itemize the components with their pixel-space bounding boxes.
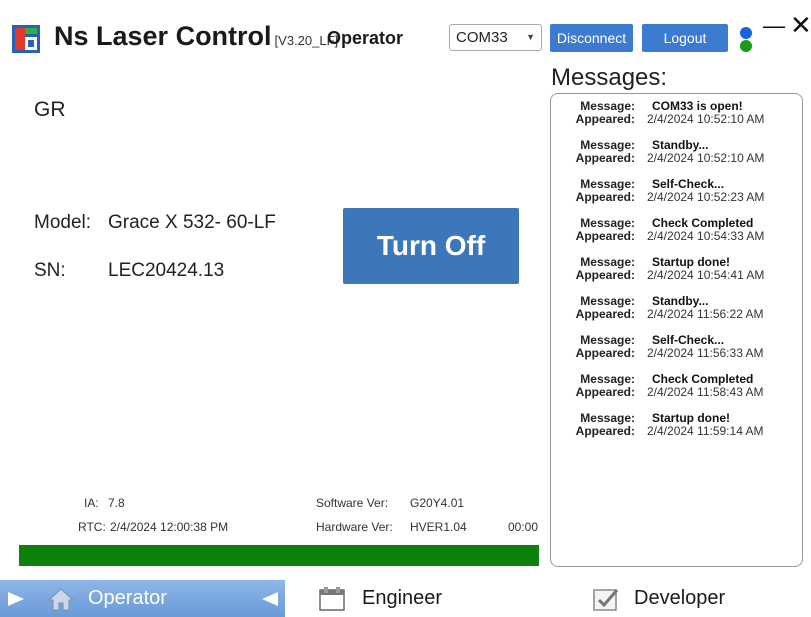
minimize-icon[interactable]: — (763, 14, 785, 38)
com-port-value: COM33 (456, 29, 508, 46)
gr-label: GR (34, 98, 66, 121)
message-time: 2/4/2024 11:59:14 AM (647, 424, 764, 438)
appeared-key: Appeared: (575, 268, 635, 282)
message-time: 2/4/2024 11:58:43 AM (647, 385, 764, 399)
appeared-key: Appeared: (575, 151, 635, 165)
timer-display: 00:00 (508, 520, 539, 534)
app-title: Ns Laser Control [V3.20_LF] (54, 21, 338, 52)
sn-label: SN: (34, 260, 66, 281)
home-icon (48, 588, 74, 611)
tab-engineer-label: Engineer (362, 587, 443, 609)
messages-panel[interactable]: Message: COM33 is open! Appeared: 2/4/2024 … (550, 93, 803, 567)
software-ver-value: G20Y4.01 (410, 496, 465, 510)
message-time: 2/4/2024 10:52:23 AM (647, 190, 765, 204)
clipboard-icon (319, 587, 345, 611)
ia-label: IA: (84, 496, 99, 510)
arrow-left-icon (262, 592, 278, 606)
hardware-ver-label: Hardware Ver: (316, 520, 393, 534)
tab-engineer[interactable]: Engineer (318, 580, 518, 617)
appeared-key: Appeared: (575, 190, 635, 204)
tab-developer-label: Developer (634, 587, 726, 609)
disconnect-button[interactable]: Disconnect (550, 24, 633, 52)
status-dot-blue (740, 27, 752, 39)
message-time: 2/4/2024 10:54:41 AM (647, 268, 765, 282)
status-dot-green (740, 40, 752, 52)
appeared-key: Appeared: (575, 385, 635, 399)
turn-off-button[interactable]: Turn Off (343, 208, 519, 284)
hardware-ver-value: HVER1.04 (410, 520, 467, 534)
bottom-nav: Operator Engineer Developer (0, 580, 811, 617)
progress-fill (19, 545, 539, 566)
user-mode-label: Operator (327, 28, 404, 48)
rtc-label: RTC: (78, 520, 106, 534)
model-label: Model: (34, 212, 92, 233)
arrow-right-icon (8, 592, 24, 606)
appeared-key: Appeared: (575, 424, 635, 438)
chevron-down-icon: ▼ (526, 32, 535, 42)
app-logo-icon (12, 25, 40, 53)
software-ver-label: Software Ver: (316, 496, 389, 510)
appeared-key: Appeared: (575, 307, 635, 321)
com-port-select[interactable]: COM33 ▼ (449, 24, 542, 51)
message-time: 2/4/2024 11:56:22 AM (647, 307, 764, 321)
message-time: 2/4/2024 10:52:10 AM (647, 112, 765, 126)
message-time: 2/4/2024 11:56:33 AM (647, 346, 764, 360)
checkbox-icon (593, 589, 619, 611)
ia-value: 7.8 (108, 496, 125, 510)
app-title-text: Ns Laser Control (54, 21, 272, 51)
message-time: 2/4/2024 10:54:33 AM (647, 229, 765, 243)
tab-operator[interactable]: Operator (0, 580, 285, 617)
logout-button[interactable]: Logout (642, 24, 728, 52)
close-icon[interactable]: ✕ (790, 12, 811, 38)
messages-title: Messages: (551, 64, 668, 91)
tab-developer[interactable]: Developer (592, 580, 792, 617)
appeared-key: Appeared: (575, 346, 635, 360)
tab-operator-label: Operator (88, 587, 167, 609)
model-value: Grace X 532- 60-LF (108, 212, 276, 233)
progress-bar (19, 545, 539, 566)
message-time: 2/4/2024 10:52:10 AM (647, 151, 765, 165)
appeared-key: Appeared: (575, 229, 635, 243)
rtc-value: 2/4/2024 12:00:38 PM (110, 520, 229, 534)
appeared-key: Appeared: (575, 112, 635, 126)
title-bar: Ns Laser Control [V3.20_LF] Operator COM3… (0, 0, 811, 70)
sn-value: LEC20424.13 (108, 260, 225, 281)
